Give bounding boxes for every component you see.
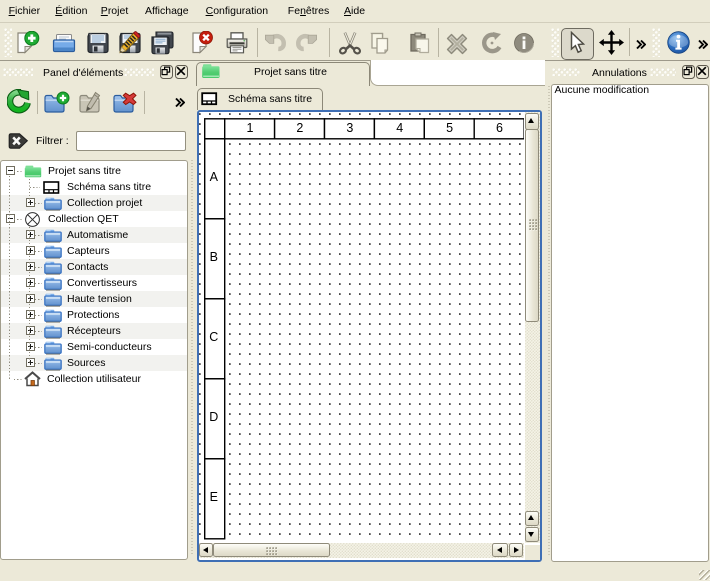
svg-text:6: 6 bbox=[496, 121, 503, 135]
svg-text:A: A bbox=[210, 169, 219, 183]
svg-text:1: 1 bbox=[247, 121, 254, 135]
svg-text:B: B bbox=[210, 249, 218, 263]
svg-text:4: 4 bbox=[396, 121, 403, 135]
svg-text:C: C bbox=[209, 329, 218, 343]
svg-text:E: E bbox=[210, 489, 218, 503]
svg-text:2: 2 bbox=[296, 121, 303, 135]
svg-text:5: 5 bbox=[446, 121, 453, 135]
svg-text:D: D bbox=[209, 409, 218, 423]
svg-text:3: 3 bbox=[346, 121, 353, 135]
